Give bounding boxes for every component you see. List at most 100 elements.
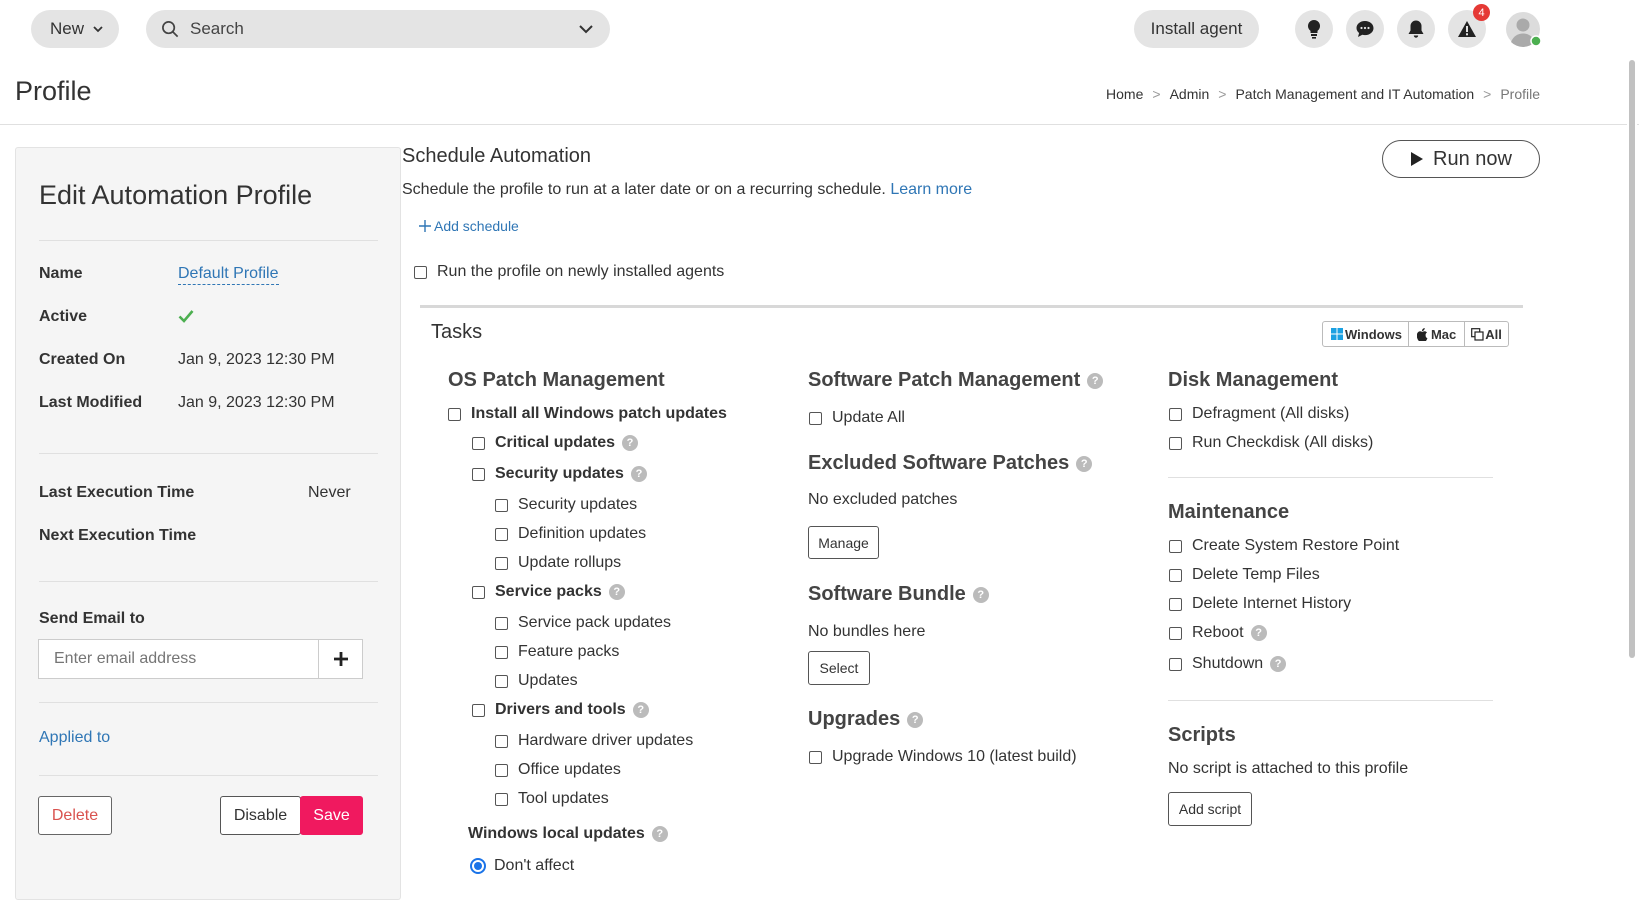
checkbox[interactable] <box>495 734 508 748</box>
search-bar[interactable]: Search <box>146 10 610 48</box>
add-script-button[interactable]: Add script <box>1168 792 1252 826</box>
scrollbar-track[interactable] <box>1627 60 1637 918</box>
checkbox[interactable] <box>809 411 822 425</box>
avatar[interactable] <box>1505 11 1542 47</box>
checkbox[interactable] <box>472 436 485 450</box>
checkbox[interactable] <box>495 645 508 659</box>
checkbox[interactable] <box>472 467 485 481</box>
new-button[interactable]: New <box>31 10 119 48</box>
save-button[interactable]: Save <box>300 796 363 835</box>
tool-updates-checkbox[interactable]: Tool updates <box>495 790 609 808</box>
shutdown-checkbox[interactable]: Shutdown ? <box>1169 655 1287 673</box>
help-icon[interactable]: ? <box>630 466 647 482</box>
add-schedule-link[interactable]: Add schedule <box>419 218 519 234</box>
chat-button[interactable] <box>1346 10 1384 48</box>
breadcrumb-admin[interactable]: Admin <box>1170 86 1210 102</box>
help-icon[interactable]: ? <box>972 586 989 603</box>
security-sub-checkbox[interactable]: Security updates <box>495 496 637 514</box>
notifications-button[interactable] <box>1397 10 1435 48</box>
delete-button[interactable]: Delete <box>38 796 112 835</box>
help-icon[interactable]: ? <box>1087 372 1104 389</box>
help-icon[interactable]: ? <box>632 702 649 718</box>
help-icon[interactable]: ? <box>622 435 639 451</box>
run-now-button[interactable]: Run now <box>1382 140 1540 178</box>
update-all-checkbox[interactable]: Update All <box>809 409 905 427</box>
profile-name-link[interactable]: Default Profile <box>178 265 279 285</box>
feature-packs-checkbox[interactable]: Feature packs <box>495 643 619 661</box>
checkbox[interactable] <box>1169 657 1182 671</box>
upgrade-win10-checkbox[interactable]: Upgrade Windows 10 (latest build) <box>809 748 1077 766</box>
checkbox[interactable] <box>1169 539 1182 553</box>
lightbulb-button[interactable] <box>1295 10 1333 48</box>
applied-to-link[interactable]: Applied to <box>39 729 110 747</box>
help-icon[interactable]: ? <box>1270 656 1287 672</box>
updates-checkbox[interactable]: Updates <box>495 672 578 690</box>
checkbox[interactable] <box>495 616 508 630</box>
service-packs-checkbox[interactable]: Service packs ? <box>472 583 625 601</box>
checkbox[interactable] <box>495 498 508 512</box>
scrollbar-thumb[interactable] <box>1629 60 1635 658</box>
checkbox[interactable] <box>1169 568 1182 582</box>
delete-history-checkbox[interactable]: Delete Internet History <box>1169 595 1351 613</box>
checkbox[interactable] <box>414 265 427 279</box>
divider <box>39 775 378 776</box>
checkbox[interactable] <box>495 792 508 806</box>
checkbox[interactable] <box>495 763 508 777</box>
hardware-driver-checkbox[interactable]: Hardware driver updates <box>495 732 693 750</box>
excluded-patches-text: No excluded patches <box>808 491 958 508</box>
run-new-agents-checkbox[interactable]: Run the profile on newly installed agent… <box>414 263 724 281</box>
checkbox[interactable] <box>1169 597 1182 611</box>
apple-icon <box>1416 327 1428 341</box>
checkbox[interactable] <box>809 750 822 764</box>
search-input[interactable]: Search <box>190 19 244 39</box>
install-all-checkbox[interactable]: Install all Windows patch updates <box>448 405 727 423</box>
help-icon[interactable]: ? <box>608 584 625 600</box>
checkbox[interactable] <box>495 527 508 541</box>
help-icon[interactable]: ? <box>1250 625 1267 641</box>
breadcrumb-home[interactable]: Home <box>1106 86 1143 102</box>
checkbox[interactable] <box>1169 626 1182 640</box>
help-icon[interactable]: ? <box>651 826 668 842</box>
update-rollups-checkbox[interactable]: Update rollups <box>495 554 621 572</box>
filter-all-button[interactable]: All <box>1465 322 1508 346</box>
select-button[interactable]: Select <box>808 651 870 685</box>
filter-windows-button[interactable]: Windows <box>1323 322 1409 346</box>
email-input[interactable] <box>39 640 318 678</box>
updates-label: Updates <box>518 672 578 689</box>
checkdisk-checkbox[interactable]: Run Checkdisk (All disks) <box>1169 434 1373 452</box>
office-updates-checkbox[interactable]: Office updates <box>495 761 621 779</box>
last-modified-value: Jan 9, 2023 12:30 PM <box>178 394 335 411</box>
dont-affect-radio[interactable]: Don't affect <box>470 857 574 875</box>
reboot-checkbox[interactable]: Reboot ? <box>1169 624 1267 642</box>
maintenance-title: Maintenance <box>1168 501 1290 523</box>
chevron-down-icon[interactable] <box>578 21 594 37</box>
checkbox[interactable] <box>1169 436 1182 450</box>
help-icon[interactable]: ? <box>907 711 924 728</box>
checkbox[interactable] <box>448 407 461 421</box>
alerts-button[interactable]: 4 <box>1448 4 1490 48</box>
restore-point-checkbox[interactable]: Create System Restore Point <box>1169 537 1399 555</box>
checkbox[interactable] <box>472 703 485 717</box>
security-updates-checkbox[interactable]: Security updates ? <box>472 465 647 483</box>
definition-updates-checkbox[interactable]: Definition updates <box>495 525 646 543</box>
disable-button[interactable]: Disable <box>220 796 301 835</box>
shutdown-label: Shutdown <box>1192 655 1264 672</box>
radio-selected[interactable] <box>470 858 486 874</box>
checkbox[interactable] <box>495 556 508 570</box>
manage-button[interactable]: Manage <box>808 526 879 559</box>
excluded-patches-title-text: Excluded Software Patches <box>808 452 1070 474</box>
service-pack-updates-checkbox[interactable]: Service pack updates <box>495 614 671 632</box>
checkbox[interactable] <box>472 585 485 599</box>
checkbox[interactable] <box>495 674 508 688</box>
filter-mac-button[interactable]: Mac <box>1409 322 1466 346</box>
add-email-button[interactable] <box>318 640 362 678</box>
critical-updates-checkbox[interactable]: Critical updates ? <box>472 434 639 452</box>
learn-more-link[interactable]: Learn more <box>890 181 972 198</box>
checkbox[interactable] <box>1169 407 1182 421</box>
install-agent-button[interactable]: Install agent <box>1134 10 1259 48</box>
drivers-tools-checkbox[interactable]: Drivers and tools ? <box>472 701 649 719</box>
help-icon[interactable]: ? <box>1076 455 1093 472</box>
delete-temp-checkbox[interactable]: Delete Temp Files <box>1169 566 1320 584</box>
defragment-checkbox[interactable]: Defragment (All disks) <box>1169 405 1349 423</box>
breadcrumb-patch-management[interactable]: Patch Management and IT Automation <box>1235 86 1474 102</box>
